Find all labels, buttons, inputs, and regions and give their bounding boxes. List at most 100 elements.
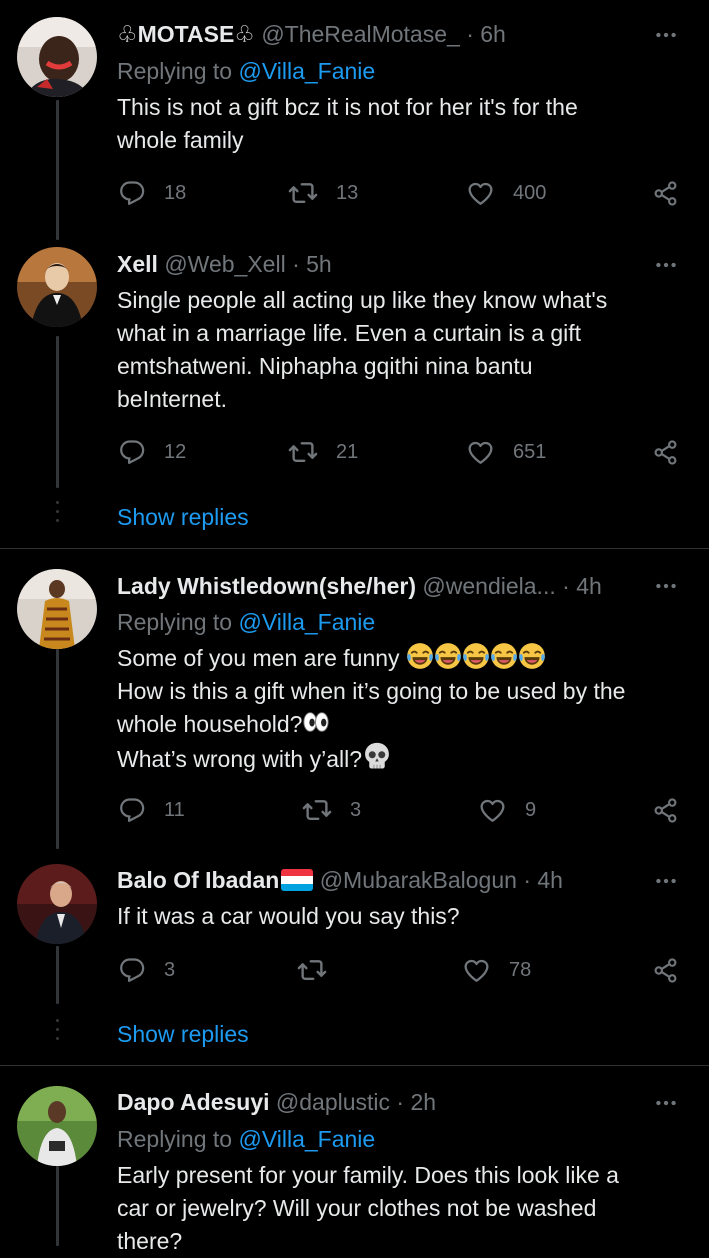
tweet-text-line: This is not a gift bcz it is not for her… (117, 94, 578, 120)
retweet-icon (288, 178, 318, 208)
tweet-2[interactable]: Xell @Web_Xell · 5h Single people all ac… (0, 236, 709, 548)
reply-button[interactable]: 11 (118, 793, 185, 827)
tweet-4[interactable]: Balo Of Ibadan @MubarakBalogun · 4h If i… (0, 846, 709, 1065)
show-replies-link[interactable]: Show replies (117, 501, 249, 533)
tweet-text-line: Some of you men are funny (117, 642, 681, 675)
share-button[interactable] (652, 176, 679, 210)
share-button[interactable] (652, 953, 679, 987)
tweet-text-segment: whole household? (117, 711, 303, 737)
avatar[interactable] (17, 247, 97, 327)
reply-icon (118, 179, 146, 207)
retweet-count: 21 (336, 440, 359, 463)
user-handle[interactable]: @wendiela... (422, 573, 555, 599)
replying-to: Replying to @Villa_Fanie (117, 1123, 375, 1155)
separator-dot: · (292, 251, 300, 277)
display-name[interactable]: ♧MOTASE♧ (117, 21, 255, 47)
separator-dot: · (562, 573, 570, 599)
tweet-1[interactable]: ♧MOTASE♧ @TheRealMotase_ · 6h Replying t… (0, 0, 709, 240)
retweet-icon (288, 437, 318, 467)
mention-link[interactable]: @Villa_Fanie (238, 1126, 375, 1152)
separator-dot: · (523, 867, 531, 893)
reply-button[interactable]: 12 (118, 435, 186, 469)
like-count: 78 (509, 958, 532, 981)
share-button[interactable] (652, 793, 679, 827)
reply-icon (118, 796, 146, 824)
like-button[interactable]: 400 (466, 176, 546, 210)
timestamp[interactable]: 6h (480, 21, 506, 47)
tweet-text-line: If it was a car would you say this? (117, 903, 460, 929)
timestamp[interactable]: 5h (306, 251, 332, 277)
tweet-5[interactable]: Dapo Adesuyi @daplustic · 2h Replying to… (0, 1066, 709, 1254)
tweet-actions: 3 78 (0, 953, 709, 987)
avatar[interactable] (17, 864, 97, 944)
timestamp[interactable]: 2h (410, 1089, 436, 1115)
more-options-button[interactable] (649, 1086, 683, 1120)
tweet-text-line: emtshatweni. Niphapha gqithi nina bantu (117, 353, 533, 379)
avatar[interactable] (17, 1086, 97, 1166)
like-button[interactable]: 9 (478, 793, 536, 827)
tweet-text-segment: Some of you men are funny (117, 645, 400, 671)
like-button[interactable]: 78 (462, 953, 531, 987)
heart-icon (478, 796, 507, 825)
collapsed-thread-dots (56, 501, 59, 528)
replying-to-label: Replying to (117, 58, 233, 84)
tweet-3[interactable]: Lady Whistledown(she/her) @wendiela... ·… (0, 549, 709, 849)
retweet-icon (302, 795, 332, 825)
tweet-text-line: How is this a gift when it’s going to be… (117, 678, 626, 704)
timestamp[interactable]: 4h (537, 867, 563, 893)
reply-count: 11 (164, 798, 185, 821)
replying-to: Replying to @Villa_Fanie (117, 55, 375, 87)
like-count: 9 (525, 798, 537, 821)
reply-count: 18 (164, 181, 187, 204)
user-handle[interactable]: @Web_Xell (164, 251, 285, 277)
tweet-text: This is not a gift bcz it is not for her… (117, 91, 681, 157)
share-icon (652, 797, 679, 824)
retweet-count: 3 (350, 798, 362, 821)
eyes-emoji (302, 708, 330, 736)
like-button[interactable]: 651 (466, 435, 546, 469)
replying-to-label: Replying to (117, 1126, 233, 1152)
tweet-text-segment: What’s wrong with y’all? (117, 746, 363, 772)
luxembourg-flag-emoji (281, 869, 314, 891)
mention-link[interactable]: @Villa_Fanie (238, 58, 375, 84)
retweet-button[interactable]: 3 (302, 793, 361, 827)
replying-to: Replying to @Villa_Fanie (117, 606, 375, 638)
user-handle[interactable]: @TheRealMotase_ (261, 21, 460, 47)
mention-link[interactable]: @Villa_Fanie (238, 609, 375, 635)
retweet-button[interactable]: 13 (288, 176, 358, 210)
share-button[interactable] (652, 435, 679, 469)
skull-emoji (362, 741, 392, 771)
display-name[interactable]: Xell (117, 251, 158, 277)
user-handle[interactable]: @daplustic (276, 1089, 390, 1115)
more-options-button[interactable] (649, 248, 683, 282)
display-name[interactable]: Balo Of Ibadan (117, 867, 314, 893)
more-options-button[interactable] (649, 569, 683, 603)
like-count: 651 (513, 440, 547, 463)
reply-button[interactable]: 18 (118, 176, 186, 210)
show-replies-link[interactable]: Show replies (117, 1018, 249, 1050)
avatar[interactable] (17, 17, 97, 97)
heart-icon (466, 179, 495, 208)
retweet-button[interactable] (297, 953, 345, 987)
tweet-text: Single people all acting up like they kn… (117, 284, 681, 416)
display-name[interactable]: Lady Whistledown(she/her) (117, 573, 416, 599)
timestamp[interactable]: 4h (576, 573, 602, 599)
tweet-text: If it was a car would you say this? (117, 900, 681, 933)
retweet-button[interactable]: 21 (288, 435, 358, 469)
more-options-button[interactable] (649, 18, 683, 52)
tweet-text: Early present for your family. Does this… (117, 1159, 681, 1258)
tweet-text-line: Early present for your family. Does this… (117, 1162, 619, 1188)
user-handle[interactable]: @MubarakBalogun (320, 867, 517, 893)
more-icon (653, 252, 679, 278)
more-options-button[interactable] (649, 864, 683, 898)
reply-button[interactable]: 3 (118, 953, 175, 987)
avatar[interactable] (17, 569, 97, 649)
reply-icon (118, 956, 146, 984)
tweet-text-line: what in a marriage life. Even a curtain … (117, 320, 582, 346)
more-icon (653, 22, 679, 48)
tweet-header: Balo Of Ibadan @MubarakBalogun · 4h (117, 864, 639, 896)
tweet-text-line: whole household? (117, 708, 681, 741)
tweet-actions: 11 3 9 (0, 793, 709, 827)
tweet-text: Some of you men are funny How is this a … (117, 642, 681, 776)
display-name[interactable]: Dapo Adesuyi (117, 1089, 270, 1115)
